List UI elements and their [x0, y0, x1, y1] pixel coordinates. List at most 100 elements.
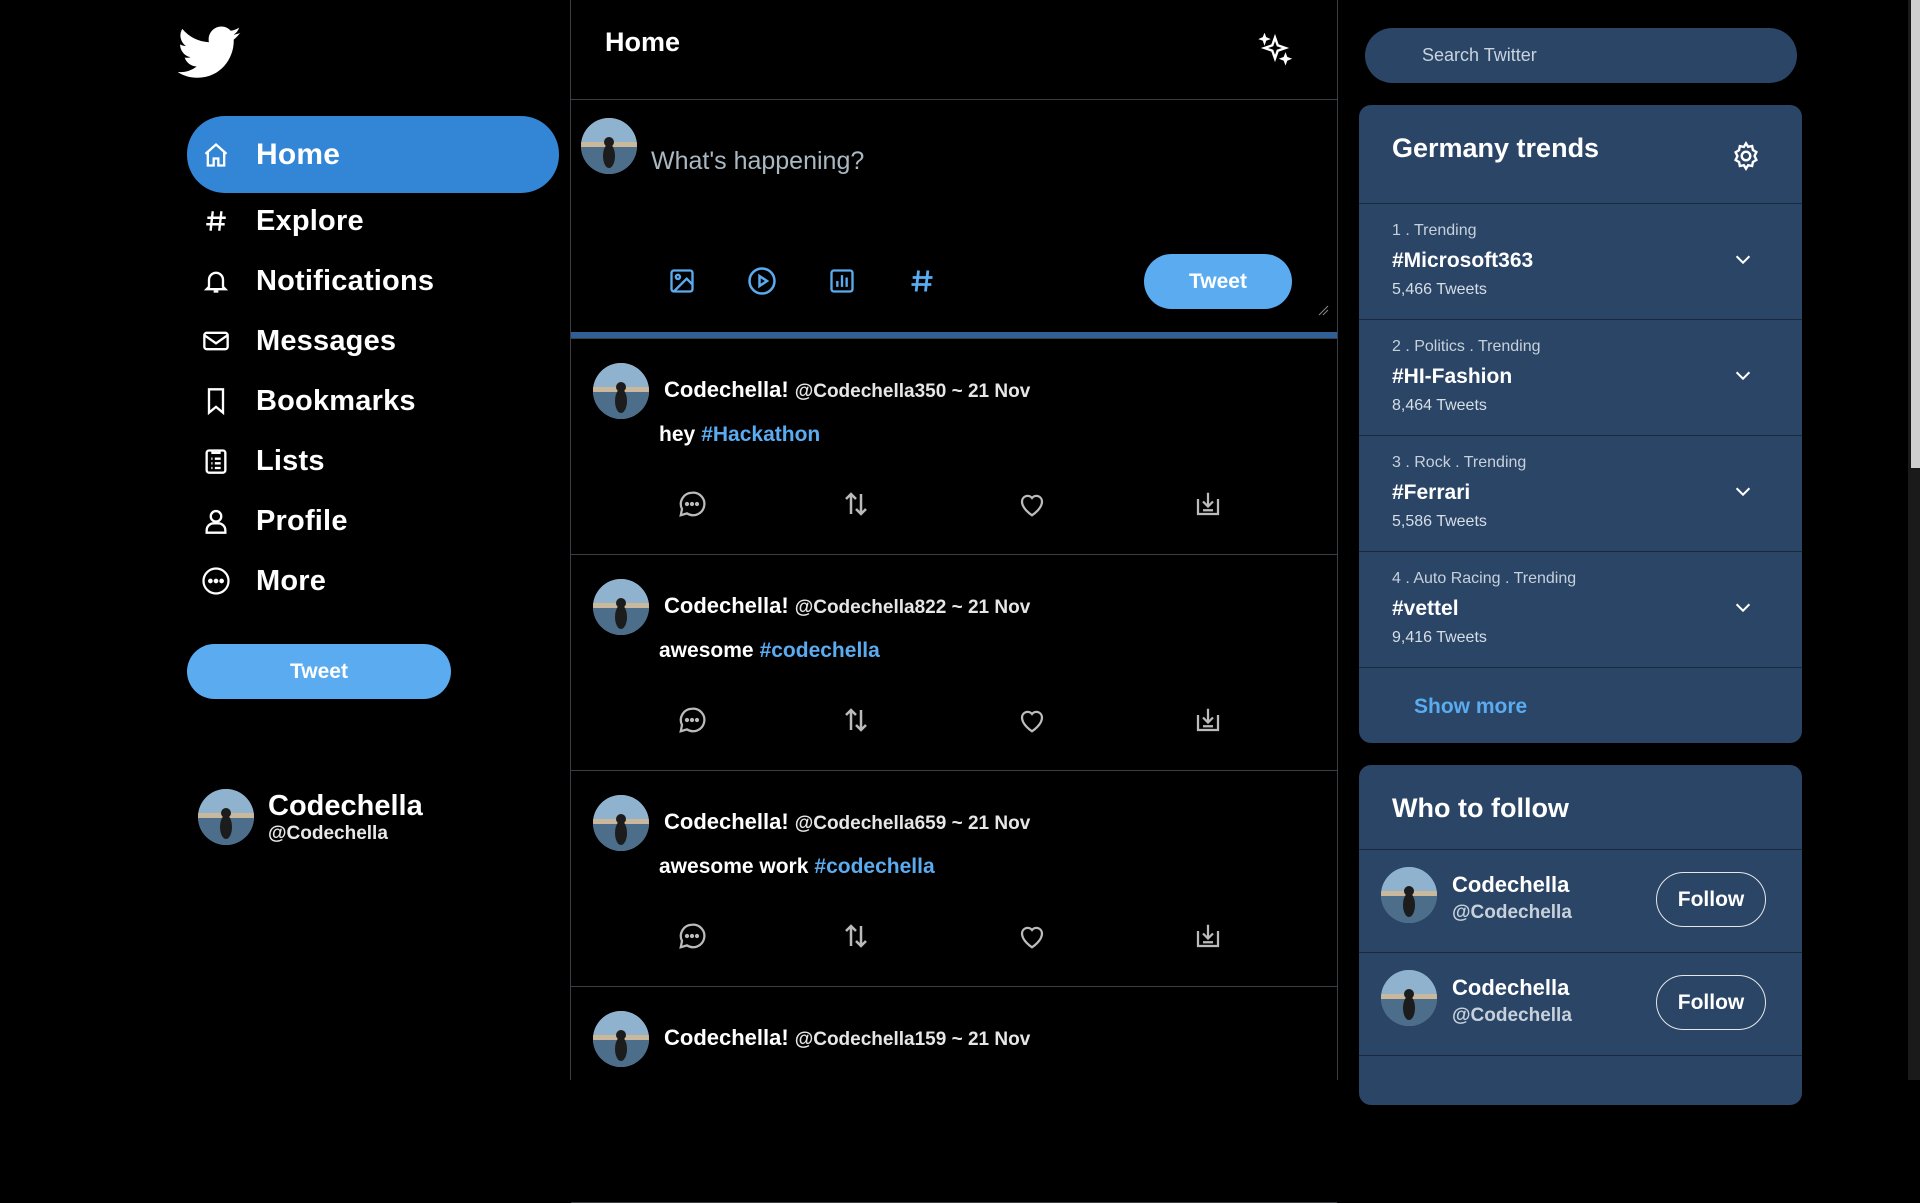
trend-tag[interactable]: #HI-Fashion [1392, 365, 1512, 389]
nav-item-lists[interactable]: Lists [187, 431, 559, 491]
more-circle-icon [200, 565, 232, 597]
nav-label: Bookmarks [256, 384, 416, 417]
like-heart-icon[interactable] [1017, 489, 1047, 519]
trend-item[interactable]: 3 . Rock . Trending #Ferrari 5,586 Tweet… [1359, 436, 1802, 552]
trend-count: 5,586 Tweets [1392, 513, 1487, 530]
account-name: Codechella [268, 789, 423, 822]
hashtag-link[interactable]: #codechella [814, 855, 934, 878]
search-input[interactable] [1420, 44, 1764, 67]
avatar[interactable] [1381, 970, 1437, 1026]
tweet-meta: @Codechella159 ~ 21 Nov [794, 1029, 1031, 1050]
tweet-text: hey #Hackathon [659, 423, 820, 447]
reply-icon[interactable] [677, 705, 707, 735]
poll-chart-icon[interactable] [825, 264, 859, 298]
tweet-header: Codechella! @Codechella822 ~ 21 Nov [664, 593, 1030, 619]
nav-item-messages[interactable]: Messages [187, 311, 559, 371]
follow-suggestion[interactable]: Codechella @Codechella Follow [1359, 850, 1802, 953]
nav-item-home[interactable]: Home [187, 116, 559, 193]
compose-input[interactable] [649, 146, 1233, 177]
trend-item[interactable]: 4 . Auto Racing . Trending #vettel 9,416… [1359, 552, 1802, 668]
bookmark-icon [200, 385, 232, 417]
chevron-down-icon[interactable] [1732, 480, 1754, 502]
tweet-meta: @Codechella659 ~ 21 Nov [794, 813, 1031, 834]
reply-icon[interactable] [677, 921, 707, 951]
hashtag-link[interactable]: #Hackathon [701, 423, 820, 446]
twitter-bird-icon[interactable] [178, 26, 242, 82]
who-to-follow-title: Who to follow [1392, 793, 1569, 823]
video-play-icon[interactable] [745, 264, 779, 298]
chevron-down-icon[interactable] [1732, 596, 1754, 618]
account-switcher[interactable]: Codechella @Codechella [198, 789, 423, 845]
avatar[interactable] [593, 363, 649, 419]
hashtag-link[interactable]: #codechella [760, 639, 880, 662]
hashtag-icon[interactable] [905, 264, 939, 298]
tweet-author-name[interactable]: Codechella! [664, 377, 789, 402]
share-download-icon[interactable] [1193, 921, 1223, 951]
hashtag-icon [200, 205, 232, 237]
nav-label: Home [256, 137, 341, 171]
tweet-feed: Codechella! @Codechella350 ~ 21 Nov hey #H… [571, 339, 1337, 1203]
scrollbar-thumb[interactable] [1911, 0, 1920, 468]
tweet[interactable]: Codechella! @Codechella822 ~ 21 Nov aweso… [571, 555, 1337, 771]
tweet-actions [677, 921, 1220, 951]
follow-suggestion[interactable]: Codechella @Codechella Follow [1359, 953, 1802, 1056]
suggestion-handle: @Codechella [1452, 902, 1572, 923]
trend-count: 8,464 Tweets [1392, 397, 1487, 414]
like-heart-icon[interactable] [1017, 705, 1047, 735]
trend-tag[interactable]: #Microsoft363 [1392, 249, 1533, 273]
avatar[interactable] [593, 1011, 649, 1067]
trend-item[interactable]: 2 . Politics . Trending #HI-Fashion 8,46… [1359, 320, 1802, 436]
tweet-actions [677, 705, 1220, 735]
tweet-text-content: awesome work [659, 855, 809, 878]
nav-item-notifications[interactable]: Notifications [187, 251, 559, 311]
search-bar[interactable] [1365, 28, 1797, 83]
compose-tweet-button[interactable]: Tweet [1144, 254, 1292, 309]
tweet-author-name[interactable]: Codechella! [664, 809, 789, 834]
retweet-icon[interactable] [841, 705, 871, 735]
share-download-icon[interactable] [1193, 489, 1223, 519]
retweet-icon[interactable] [841, 921, 871, 951]
main-nav: Home Explore Notifications Messages Book… [187, 116, 559, 611]
tweet-author-name[interactable]: Codechella! [664, 593, 789, 618]
nav-item-bookmarks[interactable]: Bookmarks [187, 371, 559, 431]
trends-header: Germany trends [1359, 105, 1802, 204]
sparkle-icon[interactable] [1257, 33, 1293, 69]
nav-item-profile[interactable]: Profile [187, 491, 559, 551]
compose-toolbar [665, 264, 985, 298]
avatar[interactable] [593, 795, 649, 851]
left-sidebar: Home Explore Notifications Messages Book… [0, 0, 570, 1080]
trend-count: 5,466 Tweets [1392, 281, 1487, 298]
like-heart-icon[interactable] [1017, 921, 1047, 951]
tweet-header: Codechella! @Codechella659 ~ 21 Nov [664, 809, 1030, 835]
chevron-down-icon[interactable] [1732, 248, 1754, 270]
reply-icon[interactable] [677, 489, 707, 519]
nav-item-more[interactable]: More [187, 551, 559, 611]
retweet-icon[interactable] [841, 489, 871, 519]
share-download-icon[interactable] [1193, 705, 1223, 735]
follow-button[interactable]: Follow [1656, 872, 1766, 927]
gear-icon[interactable] [1730, 140, 1762, 172]
nav-label: Explore [256, 204, 364, 237]
trend-tag[interactable]: #Ferrari [1392, 481, 1470, 505]
mail-icon [200, 325, 232, 357]
avatar[interactable] [1381, 867, 1437, 923]
sidebar-tweet-button[interactable]: Tweet [187, 644, 451, 699]
trend-tag[interactable]: #vettel [1392, 597, 1459, 621]
avatar[interactable] [593, 579, 649, 635]
who-to-follow-panel: Who to follow Codechella @Codechella Fol… [1359, 765, 1802, 1105]
trend-item[interactable]: 1 . Trending #Microsoft363 5,466 Tweets [1359, 204, 1802, 320]
tweet-text-content: awesome [659, 639, 754, 662]
nav-item-explore[interactable]: Explore [187, 191, 559, 251]
trend-context: 3 . Rock . Trending [1392, 454, 1527, 471]
tweet[interactable]: Codechella! @Codechella159 ~ 21 Nov [571, 987, 1337, 1203]
chevron-down-icon[interactable] [1732, 364, 1754, 386]
resize-handle-icon[interactable] [1317, 304, 1329, 316]
tweet[interactable]: Codechella! @Codechella659 ~ 21 Nov aweso… [571, 771, 1337, 987]
follow-button[interactable]: Follow [1656, 975, 1766, 1030]
user-icon [200, 505, 232, 537]
tweet-author-name[interactable]: Codechella! [664, 1025, 789, 1050]
tweet[interactable]: Codechella! @Codechella350 ~ 21 Nov hey #H… [571, 339, 1337, 555]
trends-title: Germany trends [1392, 133, 1600, 163]
image-icon[interactable] [665, 264, 699, 298]
show-more-link[interactable]: Show more [1414, 695, 1527, 719]
